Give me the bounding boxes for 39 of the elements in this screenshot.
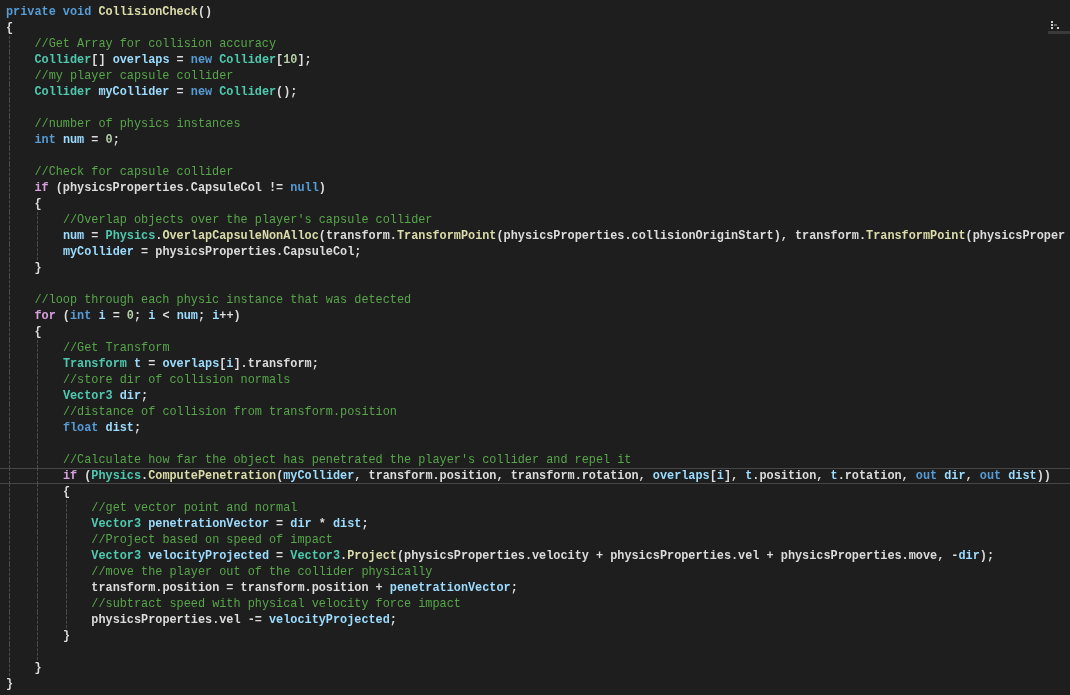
code-comment: //store dir of collision normals <box>62 373 291 387</box>
code-line: myCollider = physicsProperties.CapsuleCol; <box>62 245 362 259</box>
code-comment: //distance of collision from transform.position <box>62 405 397 419</box>
code-comment: //Get Transform <box>62 341 170 355</box>
code-comment: //Calculate how far the object has penetrated the player's collider and repel it <box>62 453 632 467</box>
code-line: } <box>34 261 42 275</box>
code-line: } <box>62 629 70 643</box>
code-comment: //my player capsule collider <box>34 69 234 83</box>
code-line: Vector3 velocityProjected = Vector3.Project(physicsProperties.velocity + physicsProperties.vel + physicsProperties.move, -dir); <box>91 549 994 563</box>
code-line: int num = 0; <box>34 133 120 147</box>
code-line: { <box>34 325 42 339</box>
code-line: } <box>6 677 14 691</box>
code-line: if (Physics.ComputePenetration(myCollider, transform.position, transform.rotation, overlaps[i], t.position, t.rotation, out dir, out dist)) <box>62 469 1051 483</box>
code-line: transform.position = transform.position + penetrationVector; <box>91 581 518 595</box>
code-comment: //get vector point and normal <box>91 501 298 515</box>
code-line: physicsProperties.vel -= velocityProjected; <box>91 613 397 627</box>
code-line: private void CollisionCheck() <box>6 5 213 19</box>
code-line: { <box>34 197 42 211</box>
overview-marks-icon <box>1048 21 1070 35</box>
code-comment: //Get Array for collision accuracy <box>34 37 277 51</box>
code-line: if (physicsProperties.CapsuleCol != null) <box>34 181 326 195</box>
code-line: { <box>6 21 14 35</box>
code-comment: //Project based on speed of impact <box>91 533 333 547</box>
code-line: Vector3 dir; <box>62 389 149 403</box>
code-comment: //Check for capsule collider <box>34 165 234 179</box>
code-line: Vector3 penetrationVector = dir * dist; <box>91 517 369 531</box>
code-line: Transform t = overlaps[i].transform; <box>62 357 319 371</box>
code-comment: //loop through each physic instance that was detected <box>34 293 412 307</box>
code-line: } <box>34 661 42 675</box>
code-line: for (int i = 0; i < num; i++) <box>34 309 241 323</box>
code-comment: //subtract speed with physical velocity force impact <box>91 597 461 611</box>
code-comment: //number of physics instances <box>34 117 241 131</box>
code-line: float dist; <box>62 421 142 435</box>
code-line: { <box>62 485 70 499</box>
code-line: Collider myCollider = new Collider(); <box>34 85 298 99</box>
code-comment: //move the player out of the collider physically <box>91 565 433 579</box>
code-line: Collider[] overlaps = new Collider[10]; <box>34 53 312 67</box>
code-line: num = Physics.OverlapCapsuleNonAlloc(transform.TransformPoint(physicsProperties.collisionOriginStart), transform.TransformPoint(physicsProper <box>62 229 1066 243</box>
code-comment: //Overlap objects over the player's capsule collider <box>62 213 433 227</box>
